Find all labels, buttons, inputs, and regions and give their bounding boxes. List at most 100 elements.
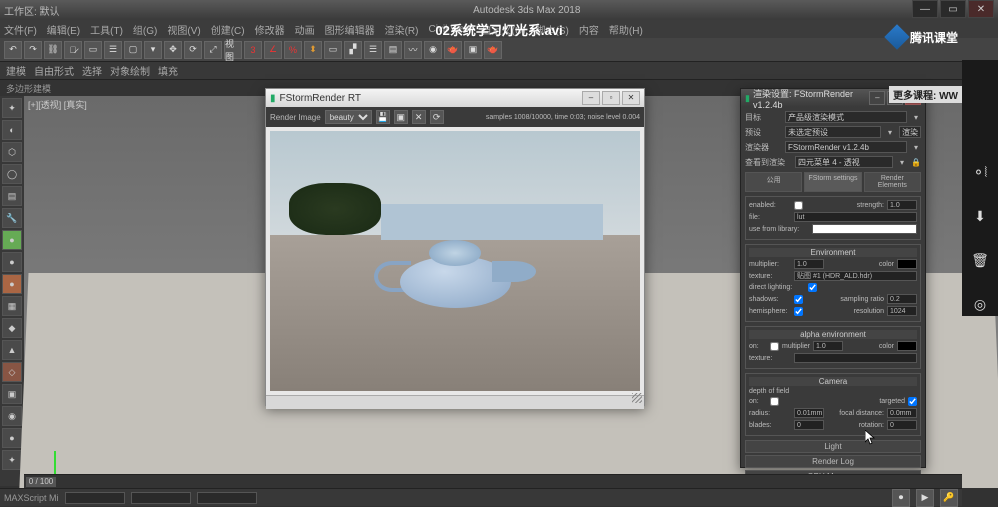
lut-file-button[interactable]: lut (794, 212, 917, 222)
redo-icon[interactable]: ↷ (24, 41, 42, 59)
delete-icon[interactable]: 🗑 (968, 248, 992, 272)
render-close-button[interactable]: ✕ (622, 91, 640, 105)
render-button[interactable]: 渲染 (899, 126, 921, 138)
env-mult-input[interactable]: 1.0 (794, 259, 824, 269)
env-hemi-checkbox[interactable] (794, 307, 803, 316)
lut-enabled-checkbox[interactable] (794, 201, 803, 210)
tool-f-icon[interactable]: ▲ (2, 340, 22, 360)
env-texture-button[interactable]: 贴图 #1 (HDR_ALD.hdr) (794, 271, 917, 281)
resize-handle-icon[interactable] (632, 393, 642, 403)
minimize-button[interactable]: — (912, 0, 938, 18)
layer-icon[interactable]: ▤ (384, 41, 402, 59)
alpha-on-checkbox[interactable] (770, 342, 779, 351)
render-clear-icon[interactable]: ✕ (412, 110, 426, 124)
render-mode-select[interactable]: beauty (325, 110, 372, 124)
coord-y-input[interactable] (131, 492, 191, 504)
renderer-dropdown[interactable]: FStormRender v1.2.4b (785, 141, 907, 153)
render-icon[interactable]: 🫖 (484, 41, 502, 59)
move-icon[interactable]: ✥ (164, 41, 182, 59)
select-icon[interactable]: ▭ (84, 41, 102, 59)
menu-content[interactable]: 内容 (579, 22, 599, 37)
tool-h-icon[interactable]: ▣ (2, 384, 22, 404)
scale-icon[interactable]: ⤢ (204, 41, 222, 59)
menu-animation[interactable]: 动画 (295, 22, 315, 37)
percent-snap-icon[interactable]: % (284, 41, 302, 59)
timeline-frame[interactable]: 0 / 100 (26, 477, 56, 487)
ribbon-populate[interactable]: 填充 (158, 63, 178, 78)
env-sampling-input[interactable]: 0.2 (887, 294, 917, 304)
create-tab-icon[interactable]: ✦ (2, 98, 22, 118)
render-preview-window[interactable]: ▮ FStormRender RT – ▫ ✕ Render Image bea… (265, 88, 645, 406)
menu-tools[interactable]: 工具(T) (90, 22, 123, 37)
link-icon[interactable]: ⛓ (44, 41, 62, 59)
download-icon[interactable]: ⬇ (968, 204, 992, 228)
tool-c-icon[interactable]: ● (2, 274, 22, 294)
rotate-icon[interactable]: ⟳ (184, 41, 202, 59)
tool-j-icon[interactable]: ● (2, 428, 22, 448)
alpha-mult-input[interactable]: 1.0 (813, 341, 843, 351)
share-icon[interactable]: ⚬⦚ (968, 160, 992, 184)
spinner-snap-icon[interactable]: ⬍ (304, 41, 322, 59)
coord-z-input[interactable] (197, 492, 257, 504)
blades-input[interactable]: 0 (794, 420, 824, 430)
display-tab-icon[interactable]: ▤ (2, 186, 22, 206)
target-dropdown[interactable]: 产品级渲染模式 (785, 111, 907, 123)
align-icon[interactable]: ☰ (364, 41, 382, 59)
tool-e-icon[interactable]: ◆ (2, 318, 22, 338)
ribbon-paint[interactable]: 对象绘制 (110, 63, 150, 78)
render-max-button[interactable]: ▫ (602, 91, 620, 105)
lut-strength-input[interactable]: 1.0 (887, 200, 917, 210)
env-res-input[interactable]: 1024 (887, 306, 917, 316)
autokey-button[interactable]: ⏺ (892, 489, 910, 507)
menu-group[interactable]: 组(G) (133, 22, 157, 37)
close-button[interactable]: ✕ (968, 0, 994, 18)
settings-min-button[interactable]: – (869, 91, 885, 105)
lock-icon[interactable]: 🔒 (911, 158, 921, 167)
filter-icon[interactable]: ▾ (144, 41, 162, 59)
render-refresh-icon[interactable]: ⟳ (430, 110, 444, 124)
tab-elements[interactable]: Render Elements (864, 172, 921, 192)
unlink-icon[interactable]: ⛓̷ (64, 41, 82, 59)
select-region-icon[interactable]: ▢ (124, 41, 142, 59)
motion-tab-icon[interactable]: ◯ (2, 164, 22, 184)
tool-a-icon[interactable]: ● (2, 230, 22, 250)
named-sel-icon[interactable]: ▭ (324, 41, 342, 59)
env-shadows-checkbox[interactable] (794, 295, 803, 304)
timeline[interactable]: 0 / 100 (24, 474, 962, 488)
tool-b-icon[interactable]: ● (2, 252, 22, 272)
ribbon-freeform[interactable]: 自由形式 (34, 63, 74, 78)
collapse-renderlog[interactable]: Render Log (745, 455, 921, 468)
alpha-color-swatch[interactable] (897, 341, 917, 351)
tool-g-icon[interactable]: ◇ (2, 362, 22, 382)
curve-editor-icon[interactable]: 〰 (404, 41, 422, 59)
focal-input[interactable]: 0.0mm (887, 408, 917, 418)
menu-edit[interactable]: 编辑(E) (47, 22, 80, 37)
menu-graph[interactable]: 图形编辑器 (325, 22, 375, 37)
dof-on-checkbox[interactable] (770, 397, 779, 406)
menu-help[interactable]: 帮助(H) (609, 22, 643, 37)
tool-d-icon[interactable]: ▦ (2, 296, 22, 316)
viewport-label[interactable]: [+][透视] [真实] (28, 98, 87, 111)
target-icon[interactable]: ◎ (968, 292, 992, 316)
mirror-icon[interactable]: ▞ (344, 41, 362, 59)
render-window-titlebar[interactable]: ▮ FStormRender RT – ▫ ✕ (266, 89, 644, 107)
render-copy-icon[interactable]: ▣ (394, 110, 408, 124)
env-direct-checkbox[interactable] (808, 283, 817, 292)
menu-file[interactable]: 文件(F) (4, 22, 37, 37)
lut-lib-dropdown[interactable] (812, 224, 917, 234)
maximize-button[interactable]: ▭ (940, 0, 966, 18)
refsys-icon[interactable]: 视图 (224, 41, 242, 59)
tab-common[interactable]: 公用 (745, 172, 802, 192)
tool-k-icon[interactable]: ✦ (2, 450, 22, 470)
menu-modifiers[interactable]: 修改器 (255, 22, 285, 37)
undo-icon[interactable]: ↶ (4, 41, 22, 59)
view-dropdown[interactable]: 四元菜单 4 - 透视 (795, 156, 893, 168)
render-setup-icon[interactable]: 🫖 (444, 41, 462, 59)
ribbon-modeling[interactable]: 建模 (6, 63, 26, 78)
collapse-light[interactable]: Light (745, 440, 921, 453)
env-color-swatch[interactable] (897, 259, 917, 269)
keymode-icon[interactable]: 🔑 (940, 489, 958, 507)
menu-create[interactable]: 创建(C) (211, 22, 245, 37)
ribbon-select[interactable]: 选择 (82, 63, 102, 78)
select-name-icon[interactable]: ☰ (104, 41, 122, 59)
